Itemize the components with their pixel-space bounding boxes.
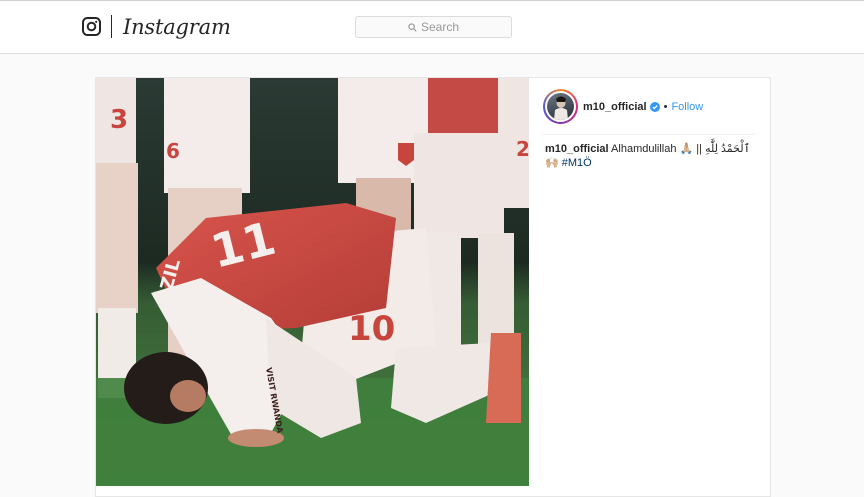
hashtag-link[interactable]: #M1Ö [562, 157, 592, 169]
post-photo[interactable]: 11 ÖZIL 10 3 6 2 VISIT RWANDA [96, 78, 529, 486]
username-link[interactable]: m10_official [583, 101, 647, 113]
follow-button[interactable]: Follow [671, 101, 703, 113]
logo-divider [111, 15, 112, 38]
teammate-number-right: 6 [166, 139, 180, 163]
teammate-number-far-right: 2 [516, 137, 529, 161]
avatar-photo [547, 93, 574, 120]
post-sidebar: m10_official • Follow m10_official Alham… [529, 78, 770, 486]
header-divider [543, 134, 756, 135]
avatar[interactable] [543, 89, 578, 124]
post-caption: m10_official Alhamdulillah 🙏🏼 || ٱلْحَمْ… [545, 142, 755, 170]
top-navigation-bar: Instagram Search [0, 1, 864, 54]
search-input[interactable]: Search [355, 16, 512, 38]
instagram-wordmark[interactable]: Instagram [123, 13, 231, 41]
caption-username[interactable]: m10_official [545, 143, 609, 155]
magnifier-icon [408, 22, 417, 32]
caption-emoji: 🙌🏼 [545, 157, 559, 169]
caption-text: Alhamdulillah 🙏🏼 || ٱلْحَمْدُ لِلَّٰهِ [611, 143, 751, 155]
shorts-number: 10 [348, 309, 395, 349]
verified-badge-icon [649, 102, 660, 112]
separator-dot: • [663, 101, 668, 113]
teammate-number-left: 3 [110, 105, 128, 135]
search-placeholder: Search [420, 20, 460, 34]
post-header: m10_official • Follow [583, 99, 703, 115]
instagram-camera-icon[interactable] [82, 17, 101, 36]
